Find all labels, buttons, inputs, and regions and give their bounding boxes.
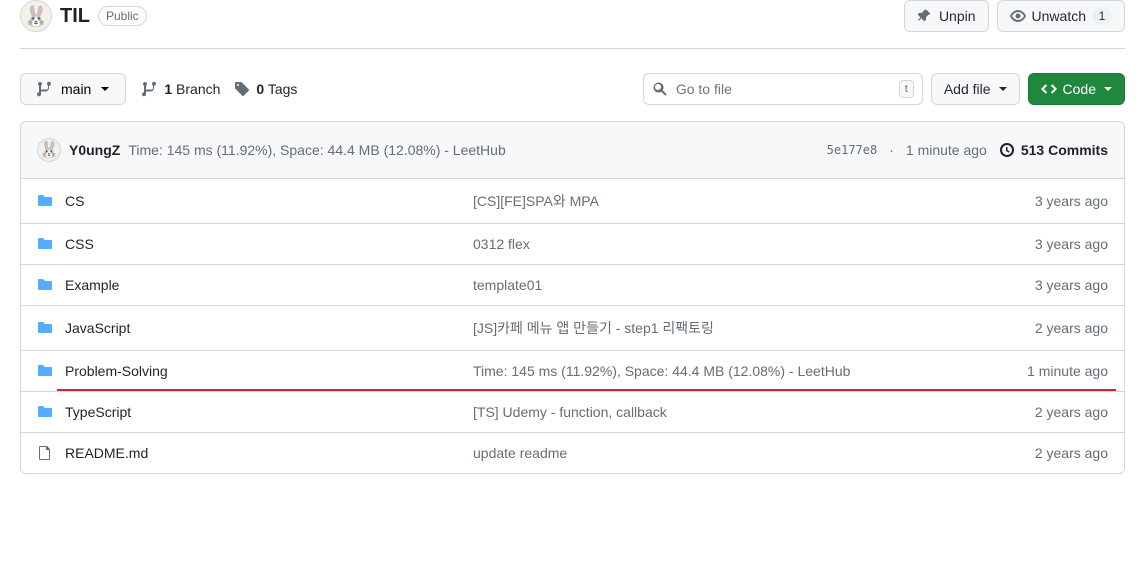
file-name-link[interactable]: CS [65,193,84,209]
branches-link[interactable]: 1 Branch [142,81,220,97]
file-name-cell: TypeScript [37,404,457,420]
file-commit-message[interactable]: template01 [473,277,972,293]
file-time: 3 years ago [988,277,1108,293]
file-row: Problem-Solving Time: 145 ms (11.92%), Sp… [21,351,1124,392]
search-kbd: t [899,80,914,98]
file-commit-message[interactable]: update readme [473,445,972,461]
file-name-cell: JavaScript [37,320,457,336]
file-commit-message[interactable]: 0312 flex [473,236,972,252]
file-name-link[interactable]: JavaScript [65,320,130,336]
pin-icon [917,8,933,24]
tags-link[interactable]: 0 Tags [234,81,297,97]
file-commit-message[interactable]: [JS]카페 메뉴 앱 만들기 - step1 리팩토링 [473,318,972,338]
nav-left: main 1 Branch 0 Tags [20,73,297,105]
file-commit-message[interactable]: Time: 145 ms (11.92%), Space: 44.4 MB (1… [473,363,972,379]
header-right: Unpin Unwatch 1 [904,0,1125,32]
code-icon [1041,81,1057,97]
code-label: Code [1063,81,1096,97]
file-name-link[interactable]: Problem-Solving [65,363,168,379]
file-time: 2 years ago [988,404,1108,420]
branch-stats: 1 Branch 0 Tags [142,81,297,97]
tags-label: Tags [268,81,298,97]
header-left: 🐰 TIL Public [20,0,147,32]
file-name-link[interactable]: TypeScript [65,404,131,420]
code-button[interactable]: Code [1028,73,1125,105]
file-time: 3 years ago [988,236,1108,252]
file-name-cell: Problem-Solving [37,363,457,379]
file-listing: 🐰 Y0ungZ Time: 145 ms (11.92%), Space: 4… [20,121,1125,474]
file-row: CS [CS][FE]SPA와 MPA 3 years ago [21,179,1124,224]
tags-count: 0 [256,81,264,97]
file-commit-message[interactable]: [TS] Udemy - function, callback [473,404,972,420]
file-name-link[interactable]: README.md [65,445,148,461]
branch-icon [142,81,158,97]
file-name-link[interactable]: CSS [65,236,94,252]
branch-icon [37,81,53,97]
unwatch-label: Unwatch [1032,8,1086,24]
nav-row: main 1 Branch 0 Tags t Add file Code [20,49,1125,121]
chevron-down-icon [999,87,1007,91]
file-icon [37,445,53,461]
search-input[interactable] [676,81,891,97]
chevron-down-icon [101,87,109,91]
visibility-badge: Public [98,6,147,26]
unpin-button[interactable]: Unpin [904,0,989,32]
branches-label: Branch [176,81,220,97]
latest-commit-bar: 🐰 Y0ungZ Time: 145 ms (11.92%), Space: 4… [21,122,1124,179]
folder-icon [37,404,53,420]
file-row: README.md update readme 2 years ago [21,433,1124,473]
file-time: 3 years ago [988,193,1108,209]
repo-name[interactable]: TIL [60,5,90,28]
folder-icon [37,363,53,379]
file-name-link[interactable]: Example [65,277,119,293]
unwatch-button[interactable]: Unwatch 1 [997,0,1125,32]
avatar[interactable]: 🐰 [20,0,52,32]
commit-avatar[interactable]: 🐰 [37,138,61,162]
commit-author[interactable]: Y0ungZ [69,142,120,158]
commit-time: 1 minute ago [906,142,987,158]
file-row: CSS 0312 flex 3 years ago [21,224,1124,265]
file-time: 1 minute ago [988,363,1108,379]
repo-header: 🐰 TIL Public Unpin Unwatch 1 [20,0,1125,49]
commits-count: 513 [1021,142,1044,158]
tag-icon [234,81,250,97]
add-file-button[interactable]: Add file [931,73,1020,105]
branches-count: 1 [164,81,172,97]
folder-icon [37,236,53,252]
unwatch-count: 1 [1092,7,1112,25]
add-file-label: Add file [944,81,991,97]
file-name-cell: README.md [37,445,457,461]
commit-sha[interactable]: 5e177e8 [827,143,878,157]
commits-link[interactable]: 513 Commits [999,142,1108,158]
commit-meta: 5e177e8 · 1 minute ago 513 Commits [827,142,1108,158]
file-row: JavaScript [JS]카페 메뉴 앱 만들기 - step1 리팩토링 2 … [21,306,1124,351]
folder-icon [37,193,53,209]
folder-icon [37,320,53,336]
unpin-label: Unpin [939,8,976,24]
nav-right: t Add file Code [643,73,1125,105]
file-rows: CS [CS][FE]SPA와 MPA 3 years ago CSS 0312 fle… [21,179,1124,473]
file-time: 2 years ago [988,445,1108,461]
file-time: 2 years ago [988,320,1108,336]
file-name-cell: CS [37,193,457,209]
branch-select-button[interactable]: main [20,73,126,105]
file-row: Example template01 3 years ago [21,265,1124,306]
commit-sep: · [889,142,894,158]
search-box[interactable]: t [643,73,923,105]
file-name-cell: CSS [37,236,457,252]
eye-icon [1010,8,1026,24]
folder-icon [37,277,53,293]
file-row: TypeScript [TS] Udemy - function, callbac… [21,392,1124,433]
commits-label: Commits [1048,142,1108,158]
commit-message[interactable]: Time: 145 ms (11.92%), Space: 44.4 MB (1… [128,142,505,158]
commit-info: 🐰 Y0ungZ Time: 145 ms (11.92%), Space: 4… [37,138,827,162]
branch-name: main [61,81,91,97]
chevron-down-icon [1104,87,1112,91]
search-icon [652,81,668,97]
file-name-cell: Example [37,277,457,293]
file-commit-message[interactable]: [CS][FE]SPA와 MPA [473,191,972,211]
history-icon [999,142,1015,158]
